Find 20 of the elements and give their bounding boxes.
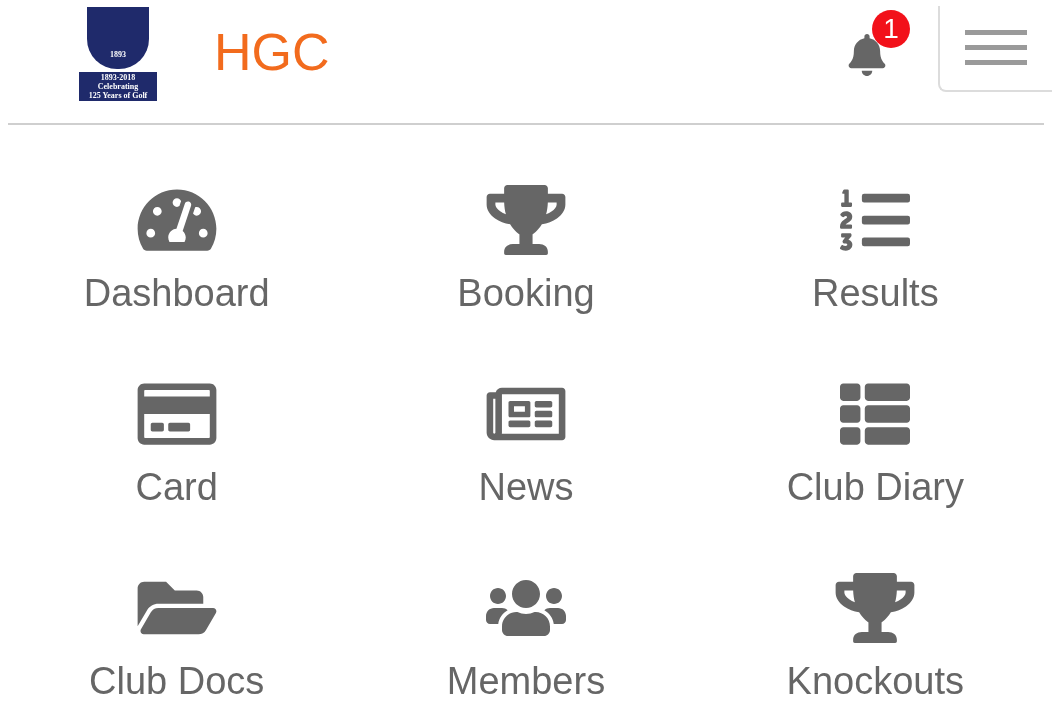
menu-tile[interactable]: Booking — [351, 185, 701, 317]
notifications-button[interactable]: 1 — [844, 9, 910, 76]
menu-tile[interactable]: Club Docs — [2, 573, 352, 705]
trophy-icon — [486, 185, 566, 255]
menu-button[interactable] — [938, 5, 1052, 92]
menu-tile[interactable]: Dashboard — [2, 185, 352, 317]
crest-year: 1893 — [110, 48, 126, 61]
crest-caption: 125 Years of Golf — [88, 90, 148, 100]
menu-tile[interactable]: Club Diary — [700, 379, 1050, 511]
crest-years: 1893-2018 — [100, 72, 136, 82]
menu-icon — [965, 30, 1027, 65]
menu-tile[interactable]: Members — [351, 573, 701, 705]
notification-badge: 1 — [872, 9, 910, 48]
menu-tile[interactable]: Card — [2, 379, 352, 511]
menu-tile[interactable]: Results — [700, 185, 1050, 317]
crest-caption: Celebrating — [97, 81, 139, 91]
app-title: HGC — [214, 21, 330, 83]
trophy-icon — [835, 573, 916, 643]
menu-tile[interactable]: Knockouts — [700, 573, 1050, 705]
menu-tile[interactable]: News — [351, 379, 701, 511]
